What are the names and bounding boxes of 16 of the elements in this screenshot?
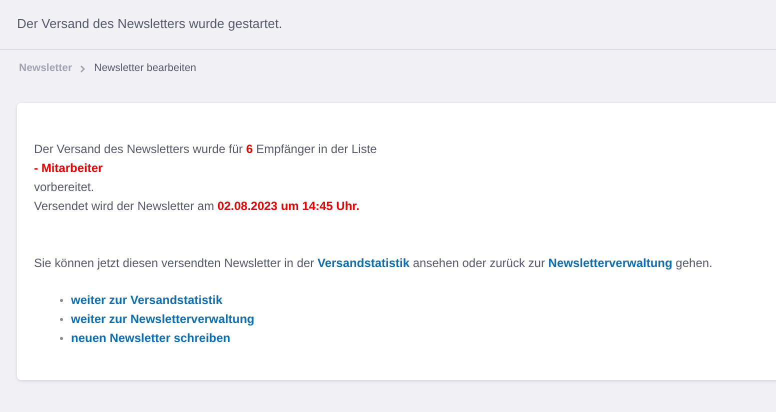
bullet-icon [60, 318, 63, 321]
info-text: Sie können jetzt diesen versendten Newsletter in der Versandstatistik ansehen oder zurück zur Newsletterverwaltung gehen. [34, 254, 712, 272]
action-link[interactable]: neuen Newsletter schreiben [71, 328, 230, 348]
breadcrumb-item[interactable]: Newsletter bearbeiten [92, 61, 198, 77]
status-message: Der Versand des Newsletters wurde gestartet. [17, 15, 284, 33]
text-link[interactable]: Versandstatistik [318, 256, 410, 270]
summary-text: Versendet wird der Newsletter am 02.08.2023 um 14:45 Uhr. [34, 198, 360, 215]
action-link[interactable]: weiter zur Newsletterverwaltung [71, 310, 254, 329]
text-link[interactable]: Newsletterverwaltung [548, 256, 672, 270]
bullet-icon [60, 298, 63, 302]
summary-text: Der Versand des Newsletters wurde für 6 Empfänger in der Liste [34, 140, 377, 158]
summary-text: - Mitarbeiter [34, 160, 103, 177]
chevron-right-icon [80, 64, 86, 73]
bullet-icon [60, 336, 63, 340]
action-link[interactable]: weiter zur Versandstatistik [71, 290, 222, 310]
summary-text: vorbereitet. [34, 178, 94, 196]
